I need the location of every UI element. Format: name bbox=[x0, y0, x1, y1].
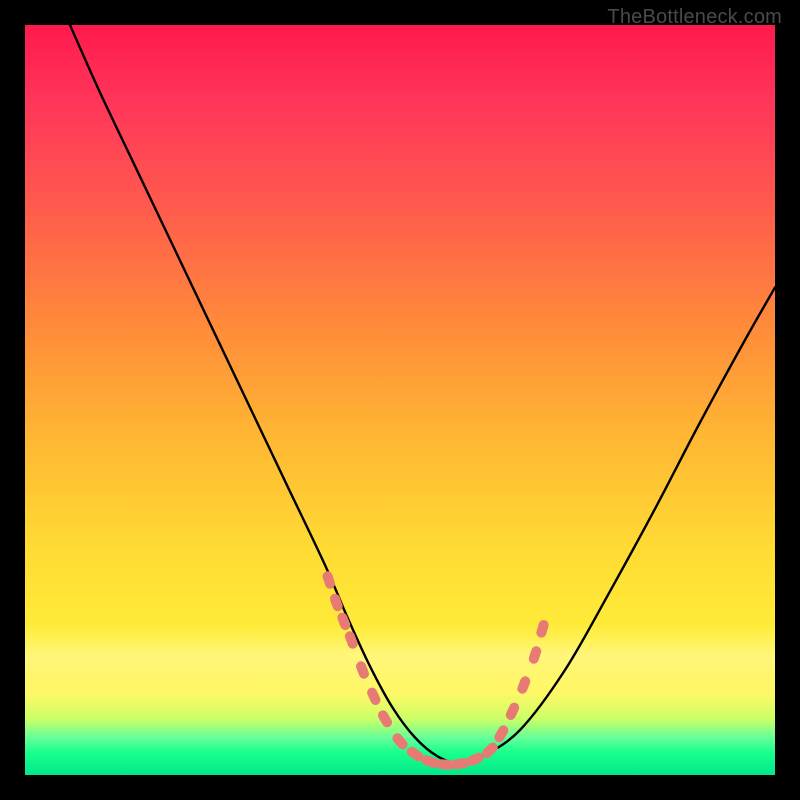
marker-dash bbox=[376, 709, 394, 730]
marker-dash bbox=[527, 645, 542, 665]
marker-dash bbox=[504, 701, 521, 722]
marker-dash bbox=[365, 686, 382, 707]
chart-frame: TheBottleneck.com bbox=[0, 0, 800, 800]
curve-markers bbox=[321, 570, 550, 770]
marker-dash bbox=[516, 675, 532, 695]
curve-layer bbox=[25, 25, 775, 775]
marker-dash bbox=[535, 619, 550, 639]
bottleneck-curve bbox=[70, 25, 775, 764]
plot-area bbox=[25, 25, 775, 775]
marker-dash bbox=[390, 731, 409, 751]
